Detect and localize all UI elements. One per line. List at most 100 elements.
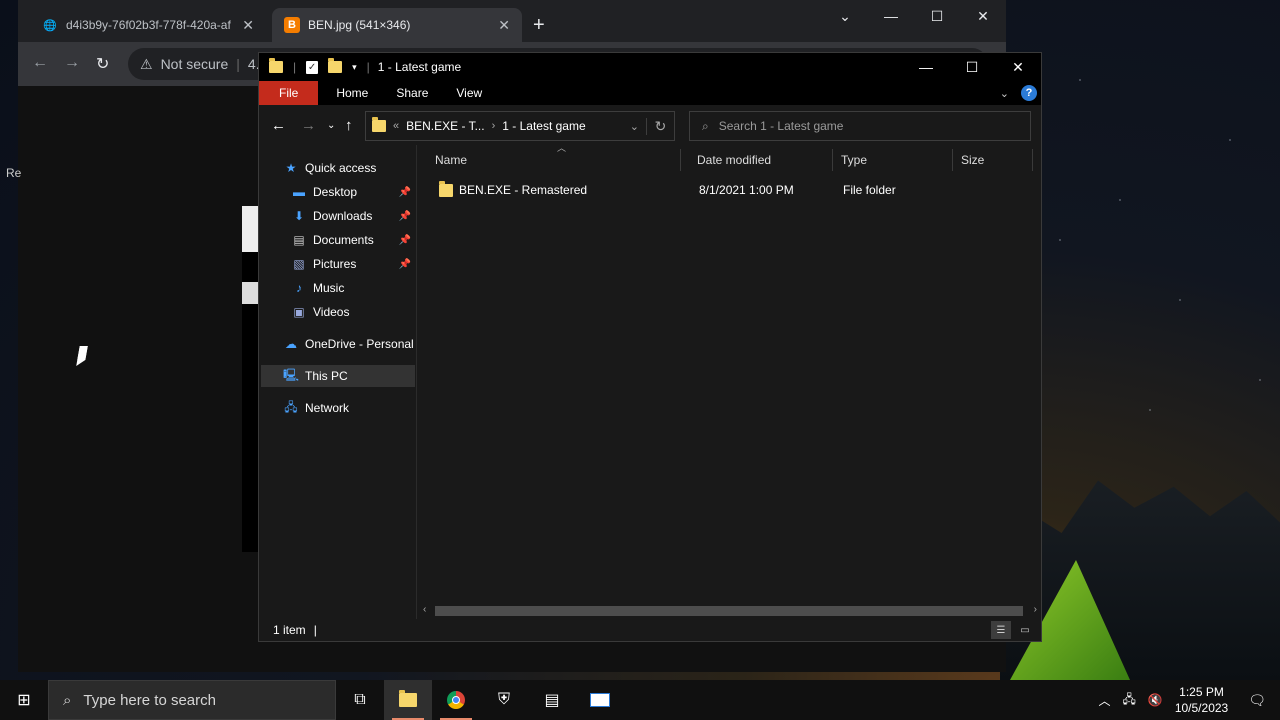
new-tab-button[interactable]: + — [533, 14, 545, 37]
task-view-icon[interactable]: ⧉ — [336, 680, 384, 720]
window-title: 1 - Latest game — [377, 60, 462, 74]
up-arrow-icon[interactable]: ↑ — [345, 117, 353, 134]
breadcrumb-overflow[interactable]: « — [393, 120, 399, 132]
column-size[interactable]: Size — [953, 149, 1033, 171]
nav-network-label: Network — [305, 401, 350, 415]
scroll-right-icon[interactable]: › — [1034, 604, 1037, 615]
search-box[interactable]: ⌕ Search 1 - Latest game — [689, 111, 1031, 141]
pin-icon[interactable]: 📌 — [399, 187, 411, 198]
clock-time: 1:25 PM — [1179, 685, 1224, 699]
music-icon: ♪ — [296, 281, 302, 295]
horizontal-scrollbar[interactable]: ‹ › — [417, 603, 1041, 619]
pictures-icon: ▧ — [293, 257, 305, 271]
nav-this-pc[interactable]: 🖳 This PC — [261, 365, 415, 387]
tab-file[interactable]: File — [259, 81, 319, 105]
page-side-text: Re — [6, 166, 22, 180]
scroll-left-icon[interactable]: ‹ — [423, 604, 426, 615]
reload-icon[interactable]: ↻ — [96, 54, 109, 74]
app-window-icon[interactable]: ▤ — [528, 680, 576, 720]
close-button[interactable]: ✕ — [995, 53, 1041, 81]
properties-icon[interactable]: ✓ — [306, 60, 319, 74]
maximize-button[interactable]: ☐ — [949, 53, 995, 81]
browser-close-button[interactable]: ✕ — [960, 0, 1006, 32]
tab-home[interactable]: Home — [322, 81, 382, 105]
volume-muted-icon[interactable]: 🔇 — [1148, 693, 1163, 707]
browser-maximize-button[interactable]: ☐ — [914, 0, 960, 32]
close-tab-1-button[interactable]: ✕ — [242, 17, 254, 34]
shield-icon[interactable]: ⛨ — [480, 680, 528, 720]
column-type[interactable]: Type — [833, 149, 953, 171]
network-status-icon[interactable]: 🖧 — [1122, 690, 1135, 711]
nav-music[interactable]: ♪ Music — [291, 277, 415, 299]
large-icons-view-icon[interactable]: ▭ — [1015, 621, 1035, 639]
nav-documents[interactable]: ▤ Documents 📌 — [291, 229, 415, 251]
chevron-down-icon[interactable]: ⌄ — [630, 120, 639, 133]
clock[interactable]: 1:25 PM 10/5/2023 — [1175, 684, 1228, 716]
pin-icon[interactable]: 📌 — [399, 259, 411, 270]
forward-arrow-icon[interactable]: → — [64, 54, 80, 72]
nav-quick-access[interactable]: ★ Quick access — [283, 157, 437, 179]
column-date-modified[interactable]: Date modified — [689, 149, 833, 171]
details-view-icon[interactable]: ☰ — [991, 621, 1011, 639]
file-explorer-taskbar-icon[interactable] — [384, 680, 432, 720]
breadcrumb-item-2[interactable]: 1 - Latest game — [502, 119, 585, 133]
explorer-titlebar: | ✓ ▾ | 1 - Latest game — ☐ ✕ — [259, 53, 1041, 81]
folder-icon — [372, 117, 386, 132]
pin-icon[interactable]: 📌 — [399, 235, 411, 246]
blank-window-icon[interactable] — [576, 680, 624, 720]
blogger-icon: B — [284, 17, 300, 33]
windows-start-icon[interactable]: ⊞ — [0, 680, 48, 720]
tab-search-button[interactable]: ⌄ — [822, 0, 868, 32]
nav-videos-label: Videos — [313, 305, 350, 319]
notifications-icon[interactable]: 🗨 — [1248, 692, 1266, 709]
file-date: 8/1/2021 1:00 PM — [699, 183, 794, 197]
chevron-down-icon[interactable]: ▾ — [352, 62, 357, 73]
nav-desktop[interactable]: ▬ Desktop 📌 — [291, 181, 415, 203]
refresh-icon[interactable]: ↻ — [646, 117, 674, 135]
browser-window-controls: ⌄ — ☐ ✕ — [822, 0, 1006, 32]
tab-view[interactable]: View — [442, 81, 496, 105]
scroll-thumb[interactable] — [435, 606, 1023, 616]
browser-tab-2[interactable]: B BEN.jpg (541×346) ✕ — [272, 8, 522, 42]
browser-tab-1[interactable]: 🌐 d4i3b9y-76f02b3f-778f-420a-af ✕ — [30, 8, 266, 42]
new-folder-icon[interactable] — [328, 58, 343, 73]
computer-icon: 🖳 — [283, 367, 300, 382]
documents-icon: ▤ — [293, 233, 305, 247]
security-label: Not secure — [160, 56, 229, 72]
item-count: 1 item — [273, 623, 306, 637]
file-row[interactable]: BEN.EXE - Remastered 8/1/2021 1:00 PM Fi… — [437, 179, 1037, 201]
browser-tab-2-title: BEN.jpg (541×346) — [308, 18, 411, 32]
nav-videos[interactable]: ▣ Videos — [291, 301, 415, 323]
pin-icon[interactable]: 📌 — [399, 211, 411, 222]
downloads-icon: ⬇ — [293, 209, 305, 223]
minimize-button[interactable]: — — [903, 53, 949, 81]
explorer-address-row: ← → ⌄ ↑ « BEN.EXE - T... › 1 - Latest ga… — [259, 105, 1041, 145]
chrome-taskbar-icon[interactable] — [432, 680, 480, 720]
browser-tab-1-title: d4i3b9y-76f02b3f-778f-420a-af — [66, 18, 231, 32]
back-arrow-icon[interactable]: ← — [32, 54, 48, 72]
navigation-pane: ★ Quick access ▬ Desktop 📌 ⬇ Downloads 📌… — [259, 145, 417, 619]
network-icon: 🖧 — [284, 399, 298, 414]
search-placeholder: Search 1 - Latest game — [718, 119, 844, 133]
nav-onedrive[interactable]: ☁ OneDrive - Personal — [283, 333, 437, 355]
taskbar-search-placeholder: Type here to search — [83, 691, 216, 709]
file-name: BEN.EXE - Remastered — [459, 183, 588, 197]
breadcrumb-item-1[interactable]: BEN.EXE - T... — [406, 119, 484, 133]
status-bar: 1 item | ☰ ▭ — [259, 619, 1041, 641]
nav-network[interactable]: 🖧 Network — [283, 397, 437, 419]
taskbar-search[interactable]: ⌕ Type here to search — [48, 680, 336, 720]
nav-pictures[interactable]: ▧ Pictures 📌 — [291, 253, 415, 275]
browser-minimize-button[interactable]: — — [868, 0, 914, 32]
back-arrow-icon[interactable]: ← — [271, 117, 286, 134]
column-name[interactable]: Name — [427, 149, 681, 171]
close-tab-2-button[interactable]: ✕ — [498, 17, 510, 34]
videos-icon: ▣ — [293, 305, 305, 319]
forward-arrow-icon[interactable]: → — [301, 117, 316, 134]
tab-share[interactable]: Share — [382, 81, 442, 105]
show-hidden-icons-icon[interactable]: ︿ — [1098, 692, 1110, 709]
address-bar[interactable]: « BEN.EXE - T... › 1 - Latest game ⌄ ↻ — [365, 111, 675, 141]
nav-downloads[interactable]: ⬇ Downloads 📌 — [291, 205, 415, 227]
expand-ribbon-icon[interactable]: ⌄ — [1000, 87, 1009, 100]
help-icon[interactable]: ? — [1021, 85, 1037, 101]
recent-locations-icon[interactable]: ⌄ — [327, 120, 335, 131]
